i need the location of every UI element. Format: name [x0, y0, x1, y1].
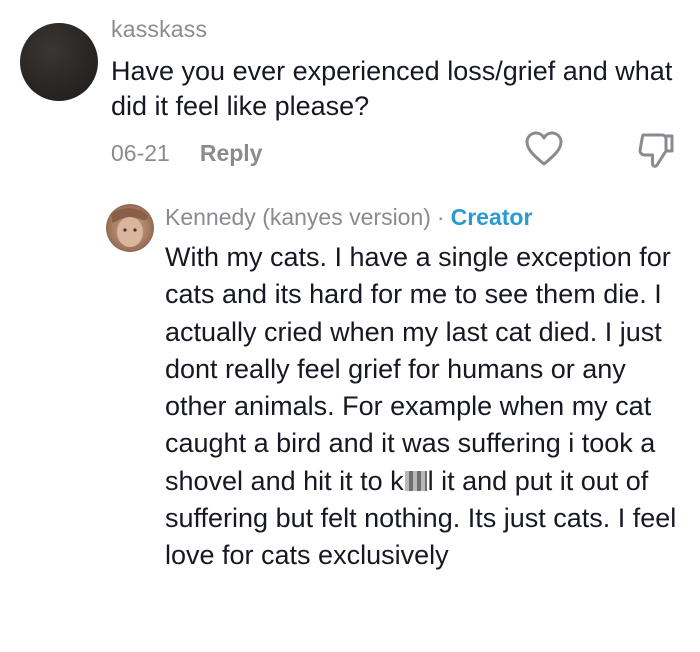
creator-badge: Creator: [450, 204, 533, 230]
thumbs-down-icon[interactable]: [636, 130, 676, 170]
reply-username[interactable]: Kennedy (kanyes version): [165, 204, 431, 230]
avatar[interactable]: [106, 204, 154, 252]
censor-block: [404, 470, 427, 491]
avatar-image: [106, 204, 154, 252]
heart-outline-icon[interactable]: [525, 131, 563, 167]
comment-username[interactable]: kasskass: [111, 16, 207, 43]
reply-comment: Kennedy (kanyes version) · Creator With my…: [0, 190, 700, 652]
comment-text: Have you ever experienced loss/grief and…: [111, 56, 673, 121]
comment: kasskass Have you ever experienced loss/…: [0, 0, 700, 190]
reply-button[interactable]: Reply: [200, 140, 263, 167]
avatar[interactable]: [20, 23, 98, 101]
reply-text: With my cats. I have a single exception …: [165, 239, 685, 575]
separator-dot: ·: [436, 204, 445, 230]
comment-meta: 06-21 Reply: [111, 140, 262, 167]
comment-date: 06-21: [111, 140, 170, 166]
reply-text-part1: With my cats. I have a single exception …: [165, 242, 671, 496]
reply-username-line: Kennedy (kanyes version) · Creator: [165, 204, 532, 231]
